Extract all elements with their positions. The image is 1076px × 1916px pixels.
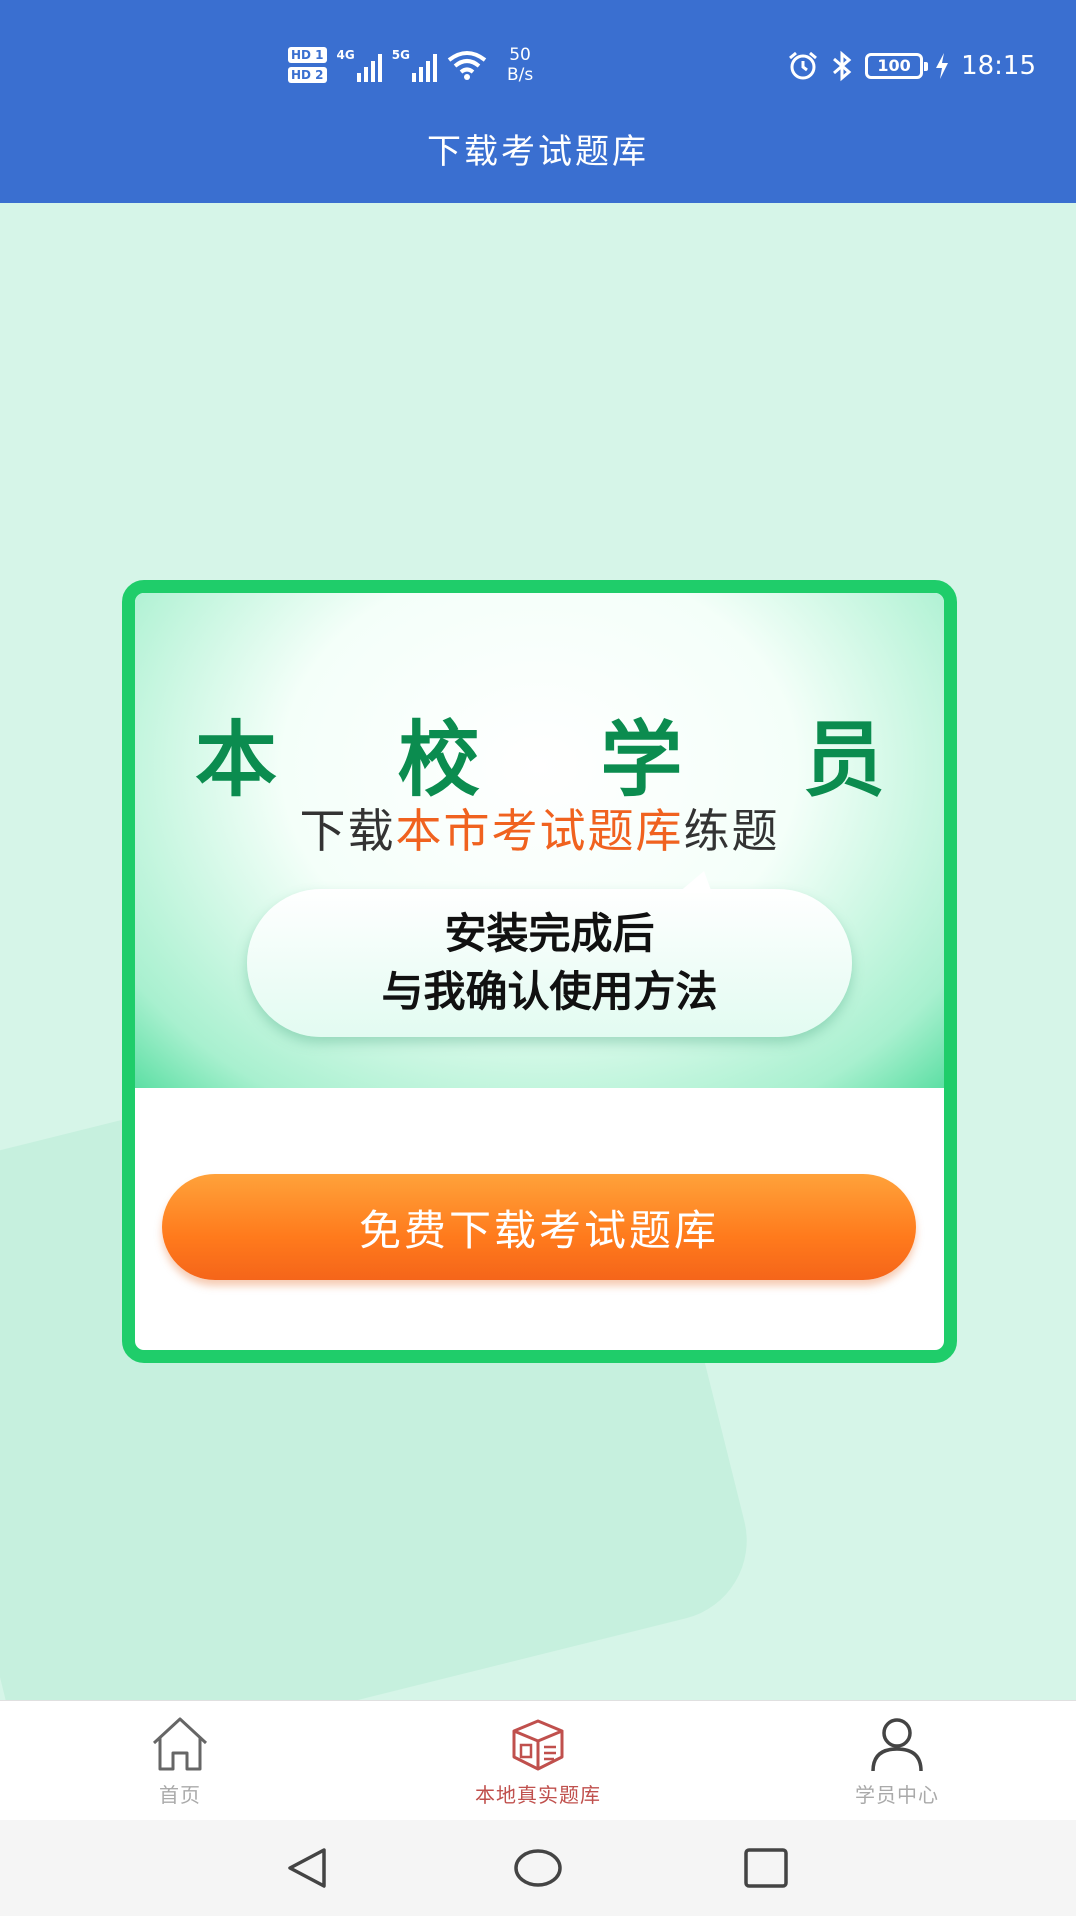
clock: 18:15 (961, 51, 1036, 81)
status-bar: HD 1 HD 2 4G 5G 50 B/s 100 18:15 (0, 36, 1076, 92)
recents-icon[interactable] (742, 1844, 790, 1892)
network-speed: 50 B/s (507, 45, 533, 85)
tab-home-label: 首页 (159, 1783, 201, 1807)
signal-bars-icon (356, 52, 382, 82)
promo-card: 本 校 学 员 下载本市考试题库练题 安装完成后 与我确认使用方法 免费下载考试… (122, 580, 957, 1363)
bottom-tab-bar: 首页 本地真实题库 学员中心 (0, 1700, 1076, 1820)
subtitle-highlight: 本市考试题库 (395, 804, 684, 858)
bluetooth-icon (833, 50, 852, 82)
wifi-icon (447, 51, 487, 80)
speed-value: 50 (509, 45, 531, 65)
speech-bubble: 安装完成后 与我确认使用方法 (247, 871, 852, 1037)
hd1-badge: HD 1 (288, 47, 327, 63)
page-title: 下载考试题库 (427, 132, 649, 172)
status-left: HD 1 HD 2 4G 5G 50 B/s (288, 40, 533, 90)
banner-subtitle: 下载本市考试题库练题 (135, 795, 944, 861)
tab-home[interactable]: 首页 (80, 1715, 280, 1808)
system-nav-bar (0, 1820, 1076, 1916)
tab-local-question-bank[interactable]: 本地真实题库 (438, 1715, 638, 1808)
tab-student-center-label: 学员中心 (855, 1783, 939, 1807)
free-download-button[interactable]: 免费下载考试题库 (162, 1174, 916, 1280)
hd2-badge: HD 2 (288, 67, 327, 83)
hd-indicators: HD 1 HD 2 (288, 47, 327, 83)
net-label-4g: 4G (336, 48, 355, 62)
promo-banner[interactable]: 本 校 学 员 下载本市考试题库练题 安装完成后 与我确认使用方法 (135, 593, 944, 1088)
box-icon (512, 1719, 564, 1771)
battery-icon: 100 (865, 53, 929, 79)
home-nav-icon[interactable] (512, 1844, 564, 1892)
status-right: 100 18:15 (787, 42, 1036, 90)
bubble-line-1: 安装完成后 (444, 909, 655, 958)
subtitle-suffix: 练题 (683, 804, 780, 858)
app-header: HD 1 HD 2 4G 5G 50 B/s 100 18:15 下载考试题库 (0, 0, 1076, 203)
back-icon[interactable] (282, 1844, 332, 1892)
net-label-5g: 5G (391, 48, 410, 62)
tab-student-center[interactable]: 学员中心 (797, 1715, 997, 1808)
tab-local-question-bank-label: 本地真实题库 (475, 1783, 601, 1807)
speed-unit: B/s (506, 65, 534, 85)
subtitle-prefix: 下载 (299, 804, 396, 858)
bubble-line-2: 与我确认使用方法 (381, 967, 718, 1016)
home-icon (152, 1717, 208, 1771)
signal-4g: 4G (337, 48, 382, 82)
signal-5g: 5G (392, 48, 437, 82)
charging-icon (936, 53, 949, 79)
user-icon (871, 1718, 923, 1772)
signal-bars-icon (411, 52, 437, 82)
alarm-icon (789, 51, 818, 80)
